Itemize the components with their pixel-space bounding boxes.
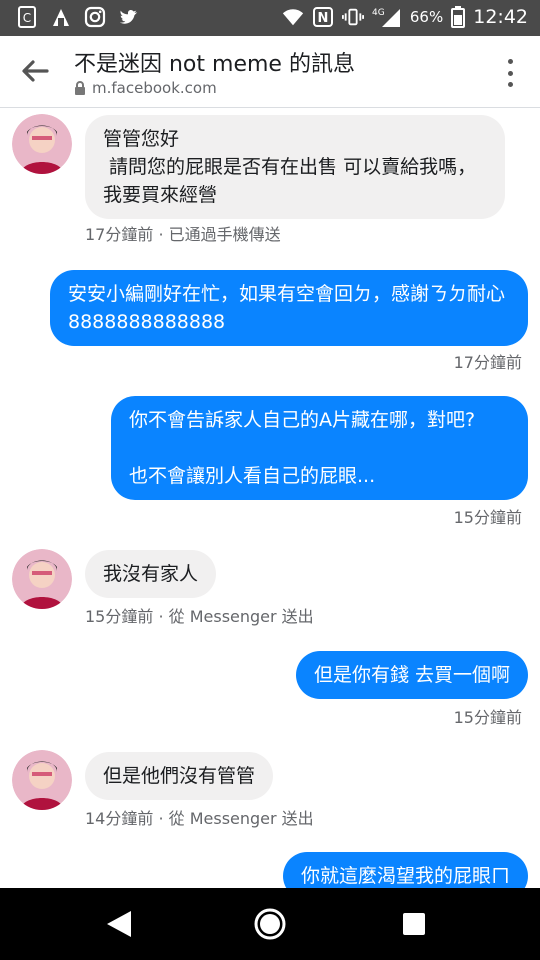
instagram-icon (84, 6, 106, 28)
nav-home-icon (254, 908, 286, 940)
message-bubble-incoming[interactable]: 管管您好 請問您的屁眼是否有在出售 可以賣給我嗎，我要買來經營 (85, 115, 505, 219)
avatar[interactable] (12, 114, 72, 174)
message-bubble-outgoing[interactable]: 安安小編剛好在忙，如果有空會回ㄉ，感謝ㄋㄉ耐心 8888888888888 (50, 270, 528, 346)
more-menu-button[interactable] (500, 56, 520, 90)
back-button[interactable] (18, 56, 52, 86)
nav-recents-icon (403, 913, 425, 935)
lock-icon (75, 80, 85, 95)
back-arrow-icon (22, 60, 49, 82)
header: 不是迷因 not meme 的訊息 m.facebook.com (0, 36, 540, 108)
battery-icon (451, 6, 466, 28)
network-label: 4G (372, 8, 385, 18)
message-timestamp: 15分鐘前 (453, 508, 522, 527)
message-bubble-outgoing[interactable]: 你就這麼渴望我的屁眼ㄇ (282, 852, 528, 888)
message-bubble-incoming[interactable]: 但是他們沒有管管 (85, 752, 274, 800)
wifi-icon (282, 6, 304, 28)
nav-home-button[interactable] (252, 906, 288, 942)
url-row: m.facebook.com (74, 79, 217, 97)
message-thread[interactable]: 管管您好 請問您的屁眼是否有在出售 可以賣給我嗎，我要買來經營 17分鐘前 · … (0, 109, 540, 888)
message-timestamp: 14分鐘前 · 從 Messenger 送出 (85, 809, 314, 828)
twitter-icon (118, 6, 140, 28)
more-vert-icon (507, 59, 513, 64)
signal-icon: 4G (372, 6, 402, 28)
message-timestamp: 15分鐘前 (453, 708, 522, 727)
message-timestamp: 17分鐘前 · 已通過手機傳送 (85, 225, 281, 244)
message-timestamp: 15分鐘前 · 從 Messenger 送出 (85, 607, 314, 626)
url-text: m.facebook.com (92, 79, 217, 97)
page-title: 不是迷因 not meme 的訊息 (74, 52, 355, 77)
app-c-icon: C (16, 6, 38, 28)
nfc-icon: N (312, 6, 334, 28)
avatar[interactable] (12, 549, 72, 609)
status-bar: C N 4G 66% 12:42 (0, 0, 540, 36)
svg-text:C: C (23, 11, 31, 25)
navigation-bar (0, 888, 540, 960)
message-bubble-incoming[interactable]: 我沒有家人 (85, 550, 217, 598)
nav-back-button[interactable] (101, 906, 137, 942)
nav-recents-button[interactable] (396, 906, 432, 942)
nav-back-icon (107, 911, 131, 937)
battery-percent: 66% (409, 8, 444, 26)
message-bubble-outgoing[interactable]: 但是你有錢 去買一個啊 (295, 651, 528, 699)
android-icon (50, 6, 72, 28)
clock: 12:42 (473, 6, 528, 28)
svg-text:N: N (317, 11, 328, 26)
message-bubble-outgoing[interactable]: 你不會告訴家人自己的A片藏在哪，對吧? 也不會讓別人看自己的屁眼... (111, 396, 528, 500)
vibrate-icon (341, 6, 364, 28)
avatar[interactable] (12, 750, 72, 810)
message-timestamp: 17分鐘前 (453, 353, 522, 372)
